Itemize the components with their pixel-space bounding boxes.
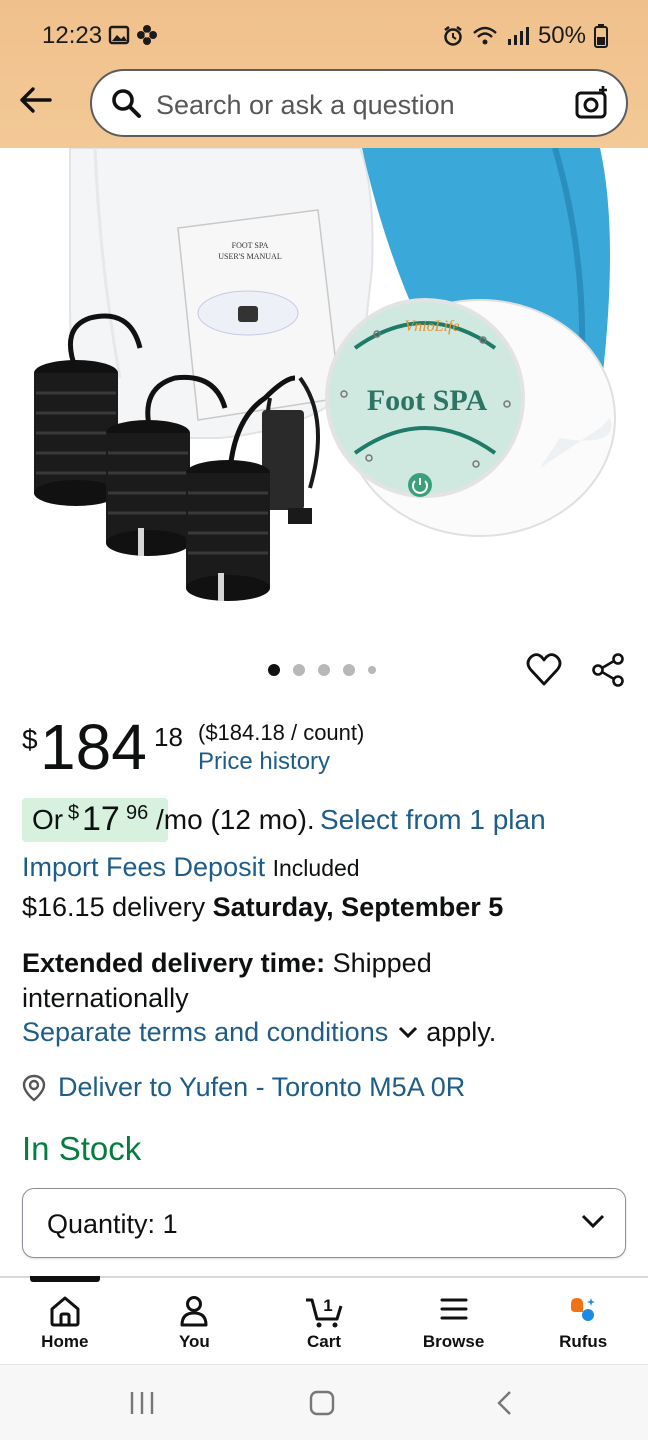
heart-icon[interactable]: [526, 652, 562, 688]
price-whole: 184: [40, 711, 147, 783]
import-fees-link[interactable]: Import Fees Deposit: [22, 852, 265, 882]
delivery-date: Saturday, September 5: [212, 892, 504, 922]
pager-dot[interactable]: [368, 666, 376, 674]
extended-delivery: Extended delivery time: Shipped internat…: [22, 946, 582, 1016]
location-pin-icon: [22, 1074, 46, 1102]
nav-item-browse[interactable]: Browse: [389, 1282, 519, 1364]
notification-icons: [108, 24, 158, 46]
plan-term: /mo (12 mo).: [156, 804, 315, 835]
delivery-info: $16.15 delivery Saturday, September 5: [22, 892, 503, 923]
nav-label-you: You: [178, 1332, 210, 1351]
price-history-link[interactable]: Price history: [198, 748, 330, 776]
delivery-cost: $16.15 delivery: [22, 892, 206, 922]
plan-fraction: 96: [126, 802, 149, 824]
terms-suffix: apply.: [426, 1017, 497, 1047]
deliver-to-text[interactable]: Deliver to Yufen - Toronto M5A 0R: [58, 1072, 465, 1103]
terms-link[interactable]: Separate terms and conditions: [22, 1017, 388, 1048]
home-button-icon[interactable]: [308, 1389, 336, 1417]
search-placeholder[interactable]: Search or ask a question: [156, 90, 455, 121]
rufus-icon: [571, 1298, 596, 1321]
extended-label: Extended delivery time:: [22, 948, 326, 978]
pager-dot[interactable]: [293, 664, 305, 676]
product-photo: FOOT SPA USER'S MANUAL VnioLife Foot SPA: [34, 148, 616, 601]
gallery-icon: [108, 25, 130, 45]
image-pager: [268, 664, 376, 676]
price-currency: $: [22, 724, 38, 755]
stock-status: In Stock: [22, 1130, 142, 1167]
flower-icon: [137, 25, 157, 45]
chevron-down-icon[interactable]: [398, 1026, 418, 1040]
import-fees: Import Fees Deposit Included: [22, 852, 360, 883]
unit-price: ($184.18 / count): [198, 720, 365, 745]
status-right: 50%: [442, 22, 608, 50]
plan-whole: 17: [82, 800, 120, 838]
nav-item-home[interactable]: Home: [0, 1282, 130, 1364]
nav-label-cart: Cart: [306, 1332, 341, 1351]
system-nav-bar: [0, 1364, 648, 1440]
battery-percent: 50%: [537, 22, 586, 49]
home-icon: [50, 1296, 80, 1327]
import-fees-status: Included: [272, 855, 360, 881]
nav-item-cart[interactable]: 1 Cart: [259, 1282, 389, 1364]
camera-search-icon[interactable]: [574, 85, 610, 121]
cart-icon: 1: [305, 1296, 343, 1328]
nav-item-you[interactable]: You: [130, 1282, 260, 1364]
plan-currency: $: [68, 802, 80, 824]
status-time: 12:23: [42, 22, 103, 49]
product-image[interactable]: FOOT SPA USER'S MANUAL VnioLife Foot SPA: [0, 148, 648, 638]
search-bar[interactable]: Search or ask a question: [90, 69, 628, 137]
recents-icon[interactable]: [128, 1389, 156, 1417]
manual-subtitle: USER'S MANUAL: [218, 252, 282, 261]
price-fraction: 18: [154, 722, 183, 752]
search-row: Search or ask a question: [0, 66, 648, 142]
chevron-down-icon: [581, 1214, 605, 1229]
pager-dot[interactable]: [343, 664, 355, 676]
pager-dot[interactable]: [318, 664, 330, 676]
plan-prefix: Or: [32, 804, 64, 835]
quantity-label-text: Quantity:: [47, 1209, 156, 1239]
share-icon[interactable]: [590, 652, 626, 688]
battery-icon: [594, 24, 608, 48]
quantity-label: Quantity: 1: [47, 1209, 178, 1240]
cart-count-badge: 1: [323, 1296, 332, 1315]
deliver-to-link[interactable]: Deliver to Yufen - Toronto M5A 0R: [22, 1072, 465, 1103]
terms-row: Separate terms and conditions apply.: [22, 1017, 496, 1048]
bottom-nav: Home You 1 Cart Browse Rufus: [0, 1282, 648, 1364]
quantity-value: 1: [162, 1209, 178, 1239]
menu-icon: [440, 1298, 468, 1320]
brand-label: VnioLife: [404, 318, 459, 335]
back-arrow-icon[interactable]: [16, 80, 56, 120]
alarm-icon: [444, 26, 462, 46]
nav-label-home: Home: [41, 1332, 89, 1351]
status-bar: 12:23 50%: [0, 0, 648, 70]
select-plan-link[interactable]: Select from 1 plan: [320, 804, 546, 836]
back-button-icon[interactable]: [492, 1389, 520, 1417]
nav-item-rufus[interactable]: Rufus: [518, 1282, 648, 1364]
signal-icon: [507, 27, 529, 45]
wifi-icon: [473, 26, 497, 45]
pager-dot[interactable]: [268, 664, 280, 676]
device-label: Foot SPA: [367, 384, 488, 417]
quantity-select[interactable]: Quantity: 1: [22, 1188, 626, 1258]
nav-label-browse: Browse: [422, 1332, 485, 1351]
app-header: 12:23 50% Search or ask a question: [0, 0, 648, 148]
nav-label-rufus: Rufus: [559, 1332, 608, 1351]
manual-title: FOOT SPA: [232, 241, 269, 250]
person-icon: [180, 1296, 208, 1327]
search-icon: [112, 89, 141, 118]
